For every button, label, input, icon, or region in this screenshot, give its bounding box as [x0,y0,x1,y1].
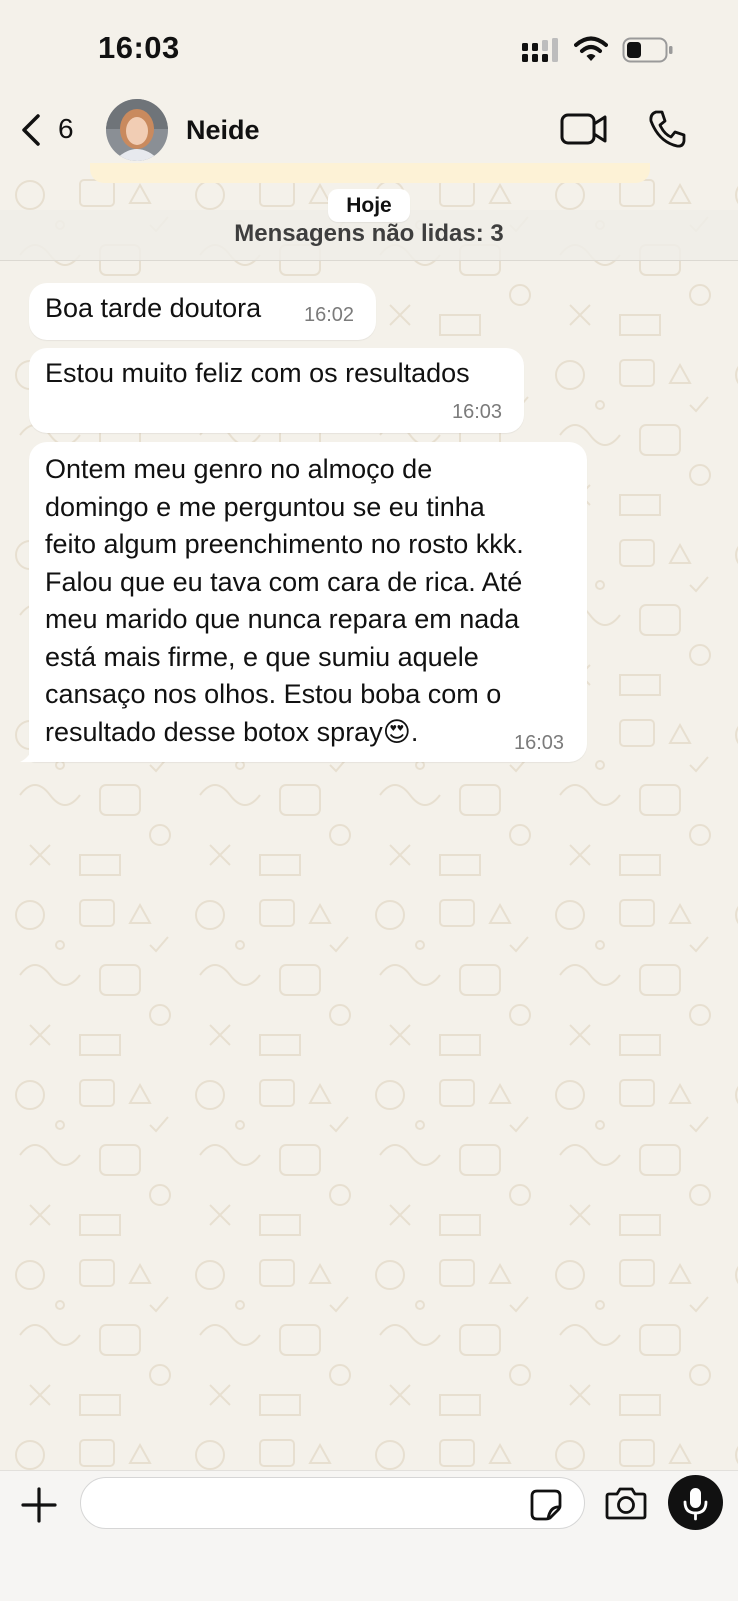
phone-call-icon[interactable] [647,109,687,149]
message-line: feito algum preenchimento no rosto kkk. [45,529,524,559]
message-line: está mais firme, e que sumiu aquele [45,641,479,672]
contact-name[interactable]: Neide [186,115,260,146]
message-text: Ontem meu genro no almoço de domingo e m… [45,451,585,751]
message-input[interactable] [80,1477,585,1529]
sticker-icon[interactable] [529,1488,563,1522]
video-call-icon[interactable] [560,111,608,147]
contact-avatar[interactable] [106,99,168,161]
message-time: 16:03 [452,401,503,423]
microphone-button[interactable] [668,1475,723,1530]
incoming-message[interactable]: Estou muito feliz com os resultados 16:0… [29,348,524,433]
bubble-tail [20,746,34,762]
incoming-message[interactable]: Boa tarde doutora 16:02 [29,283,376,340]
message-line: meu marido que nunca repara em nada [45,604,520,634]
battery-icon [622,37,673,63]
message-input-bar [0,1470,738,1601]
date-separator: Hoje [328,189,410,222]
chat-header: 6 Neide [0,95,738,165]
unread-messages-label: Mensagens não lidas: 3 [234,220,504,247]
back-chevron-icon[interactable] [18,110,48,150]
message-line: domingo e me perguntou se eu tinha [45,491,485,522]
pinned-banner-edge [90,163,650,183]
message-line: Ontem meu genro no almoço de [45,454,433,484]
message-time: 16:02 [304,304,355,326]
plus-icon[interactable] [20,1486,58,1524]
camera-icon[interactable] [605,1485,647,1521]
status-bar: 16:03 [0,0,738,95]
message-line: cansaço nos olhos. Estou boba com o [45,679,502,709]
message-line: Falou que eu tava com cara de rica. Até [45,566,523,597]
microphone-icon [683,1488,708,1521]
status-time: 16:03 [98,30,180,65]
incoming-message[interactable]: Ontem meu genro no almoço de domingo e m… [20,442,587,762]
wifi-icon [574,36,608,61]
message-line: resultado desse botox spray😍. [45,716,419,747]
cellular-signal-icon [522,38,558,62]
message-time: 16:03 [514,732,565,754]
message-text: Boa tarde doutora [45,293,262,323]
unread-chats-count[interactable]: 6 [58,113,74,145]
message-text: Estou muito feliz com os resultados [45,358,470,388]
